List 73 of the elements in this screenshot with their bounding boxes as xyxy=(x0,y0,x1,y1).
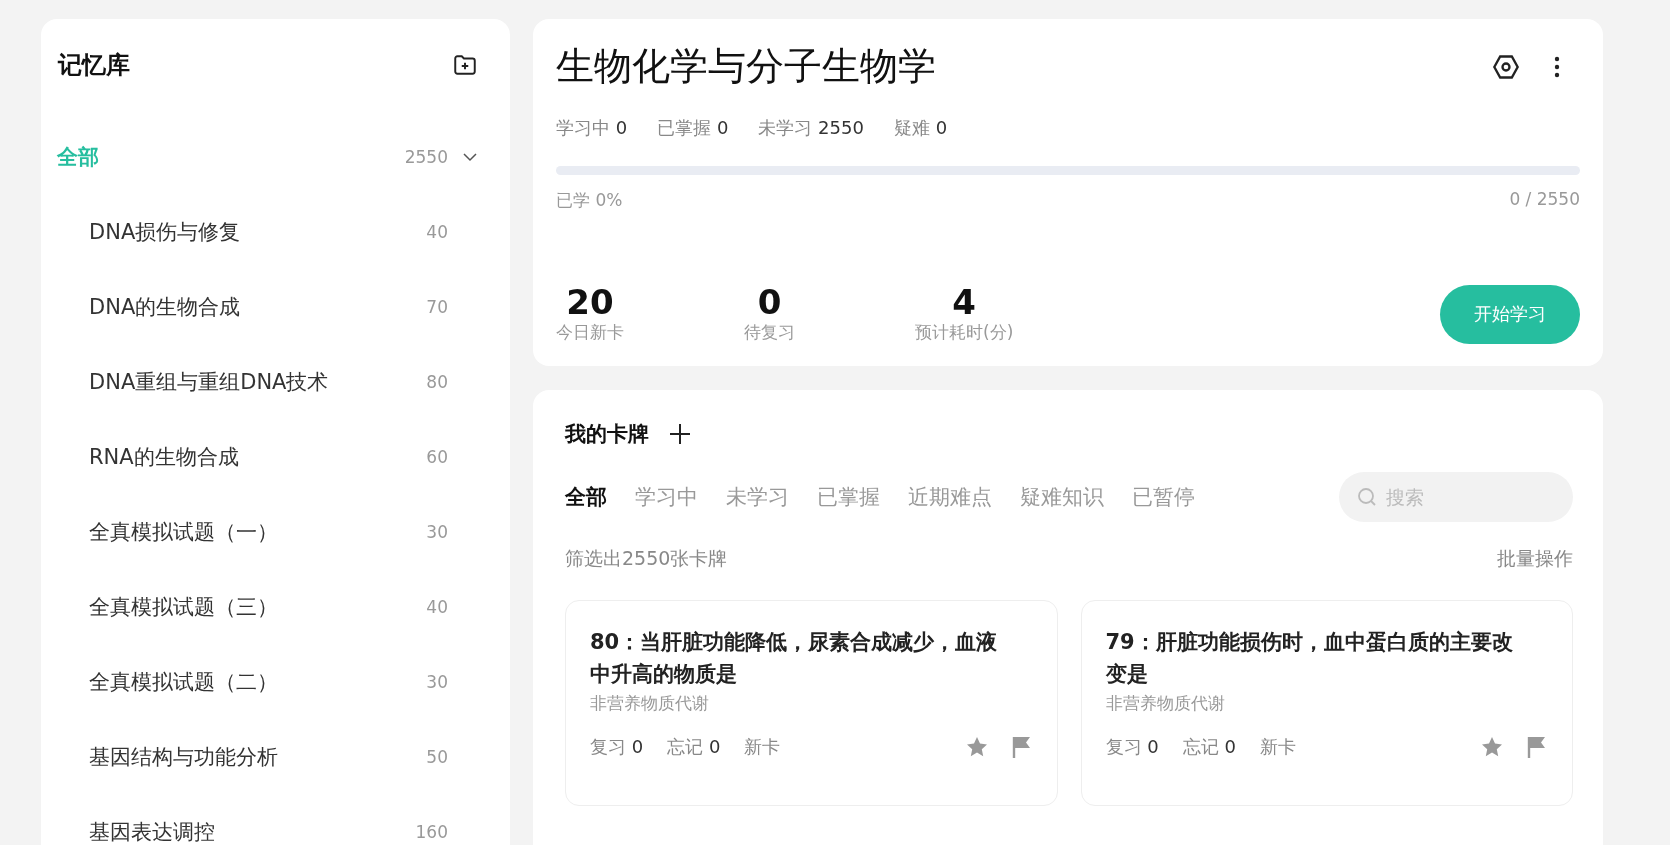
item-count: 2550 xyxy=(404,146,448,167)
search-icon xyxy=(1357,487,1377,507)
tree-item-label: 基因结构与功能分析 xyxy=(88,743,279,771)
sidebar-title: 记忆库 xyxy=(58,50,130,81)
card-title: 79：肝脏功能损伤时，血中蛋白质的主要改变是 xyxy=(1105,629,1514,688)
summary-label: 今日新卡 xyxy=(556,321,624,345)
summary-label: 预计耗时(分) xyxy=(915,321,1014,345)
tree-item[interactable]: 全真模拟试题（一） 30 xyxy=(57,494,478,569)
tree-item-label: 全真模拟试题（三） xyxy=(88,593,279,621)
add-card-button[interactable] xyxy=(669,423,691,445)
summary-label: 待复习 xyxy=(744,321,795,345)
panel-title: 我的卡牌 xyxy=(565,421,649,448)
tree-item[interactable]: 全真模拟试题（二） 30 xyxy=(57,644,478,719)
tree-item-label: 全真模拟试题（二） xyxy=(88,668,279,696)
card-stat: 忘记 0 xyxy=(1182,735,1236,759)
flashcard[interactable]: 80：当肝脏功能降低，尿素合成减少，血液中升高的物质是 非营养物质代谢 复习 0 忘记 0 新卡 xyxy=(565,600,1058,806)
item-count: 80 xyxy=(426,371,448,392)
batch-action-link[interactable]: 批量操作 xyxy=(1497,546,1573,572)
tree-item[interactable]: RNA的生物合成 60 xyxy=(57,419,478,494)
deck-title: 生物化学与分子生物学 xyxy=(556,43,937,90)
tree-item-label: 全部 xyxy=(57,143,100,171)
card-status: 新卡 xyxy=(1259,735,1296,759)
tree-item-label: DNA损伤与修复 xyxy=(88,218,242,246)
summary-value: 0 xyxy=(757,284,782,322)
progress-caption: 已学 0% xyxy=(556,189,623,212)
item-count: 160 xyxy=(415,821,448,842)
filter-result-text: 筛选出2550张卡牌 xyxy=(565,546,728,571)
summary-value: 20 xyxy=(566,284,614,322)
flashcard[interactable]: 79：肝脏功能损伤时，血中蛋白质的主要改变是 非营养物质代谢 复习 0 忘记 0 新卡 xyxy=(1080,600,1573,806)
settings-button[interactable] xyxy=(1492,52,1520,81)
settings-icon xyxy=(1492,52,1520,81)
item-count: 60 xyxy=(426,446,448,467)
new-folder-button[interactable] xyxy=(452,52,478,78)
tree-item-label: RNA的生物合成 xyxy=(88,443,240,471)
item-count: 40 xyxy=(426,221,448,242)
card-title: 80：当肝脏功能降低，尿素合成减少，血液中升高的物质是 xyxy=(590,629,999,688)
stat-label: 未学习 2550 xyxy=(758,116,864,140)
stat-label: 疑难 0 xyxy=(893,116,948,140)
stat-label: 已掌握 0 xyxy=(657,116,729,140)
flag-icon[interactable] xyxy=(1010,735,1033,759)
card-stat: 忘记 0 xyxy=(667,735,721,759)
tree-item[interactable]: DNA重组与重组DNA技术 80 xyxy=(57,344,478,419)
summary-value: 4 xyxy=(952,284,976,322)
more-button[interactable] xyxy=(1554,54,1560,79)
stat-label: 学习中 0 xyxy=(556,116,628,140)
star-icon[interactable] xyxy=(964,735,989,759)
flag-icon[interactable] xyxy=(1526,735,1548,759)
card-stat: 复习 0 xyxy=(1105,735,1159,759)
tree-item-label: 基因表达调控 xyxy=(88,818,216,845)
filter-tab[interactable]: 全部 xyxy=(565,483,607,511)
folder-plus-icon xyxy=(452,52,478,78)
card-stat: 复习 0 xyxy=(590,735,644,759)
tree-item-label: DNA重组与重组DNA技术 xyxy=(88,368,330,396)
tree-item[interactable]: 基因表达调控 160 xyxy=(57,794,478,845)
item-count: 30 xyxy=(426,671,448,692)
chevron-icon[interactable] xyxy=(462,151,478,162)
tree-item[interactable]: 全真模拟试题（三） 40 xyxy=(57,569,478,644)
item-count: 40 xyxy=(426,596,448,617)
card-category: 非营养物质代谢 xyxy=(1105,692,1226,715)
more-icon xyxy=(1554,54,1560,79)
progress-reading: 0 / 2550 xyxy=(1509,189,1580,211)
tree-item-label: 全真模拟试题（一） xyxy=(88,518,279,546)
card-category: 非营养物质代谢 xyxy=(590,692,710,715)
item-count: 30 xyxy=(426,521,448,542)
tree-item[interactable]: DNA损伤与修复 40 xyxy=(57,194,478,269)
star-icon[interactable] xyxy=(1480,735,1504,759)
tree-item-label: DNA的生物合成 xyxy=(88,293,242,321)
card-status: 新卡 xyxy=(744,735,781,759)
plus-icon xyxy=(669,423,691,445)
item-count: 50 xyxy=(426,746,448,767)
tree-item[interactable]: 基因结构与功能分析 50 xyxy=(57,719,478,794)
tree-item[interactable]: DNA的生物合成 70 xyxy=(57,269,478,344)
item-count: 70 xyxy=(426,296,448,317)
